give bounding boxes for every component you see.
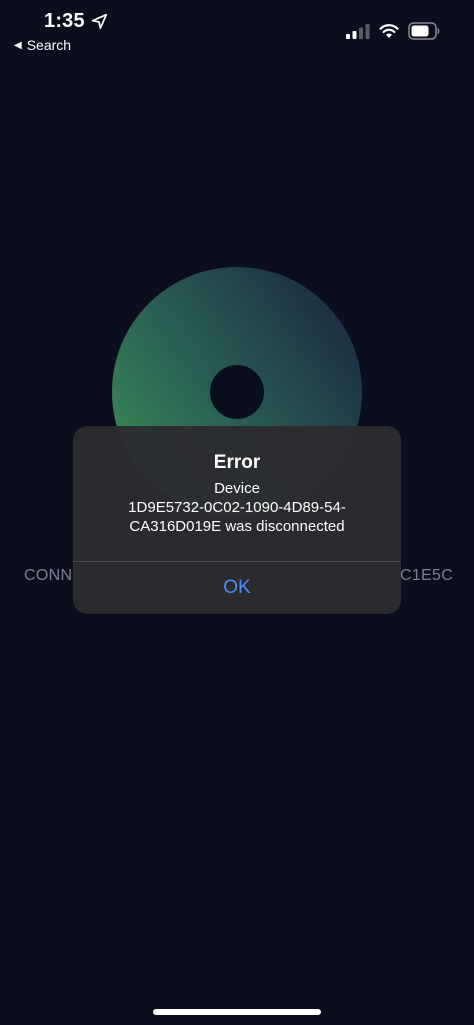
alert-message-line: CA316D019E was disconnected <box>129 518 345 535</box>
location-arrow-icon <box>91 13 108 30</box>
wifi-icon <box>379 24 399 38</box>
connection-status-text: CONN <box>24 567 73 584</box>
alert-message-line: 1D9E5732-0C02-1090-4D89-54- <box>128 499 346 516</box>
alert-message-line: Device <box>214 480 260 497</box>
back-to-search-link[interactable]: ◀ Search <box>14 37 71 53</box>
device-id-text: C1E5C <box>400 567 454 584</box>
alert-title: Error <box>213 452 261 473</box>
status-time: 1:35 <box>44 10 85 32</box>
error-alert: Error Device 1D9E5732-0C02-1090-4D89-54-… <box>73 426 401 614</box>
ok-button[interactable]: OK <box>73 562 401 614</box>
battery-icon <box>408 22 440 40</box>
home-indicator[interactable] <box>153 1009 321 1015</box>
alert-message: Device 1D9E5732-0C02-1090-4D89-54- CA316… <box>87 479 387 536</box>
back-caret-icon: ◀ <box>14 39 22 51</box>
back-link-label: Search <box>26 37 72 53</box>
cellular-signal-icon <box>346 24 370 39</box>
